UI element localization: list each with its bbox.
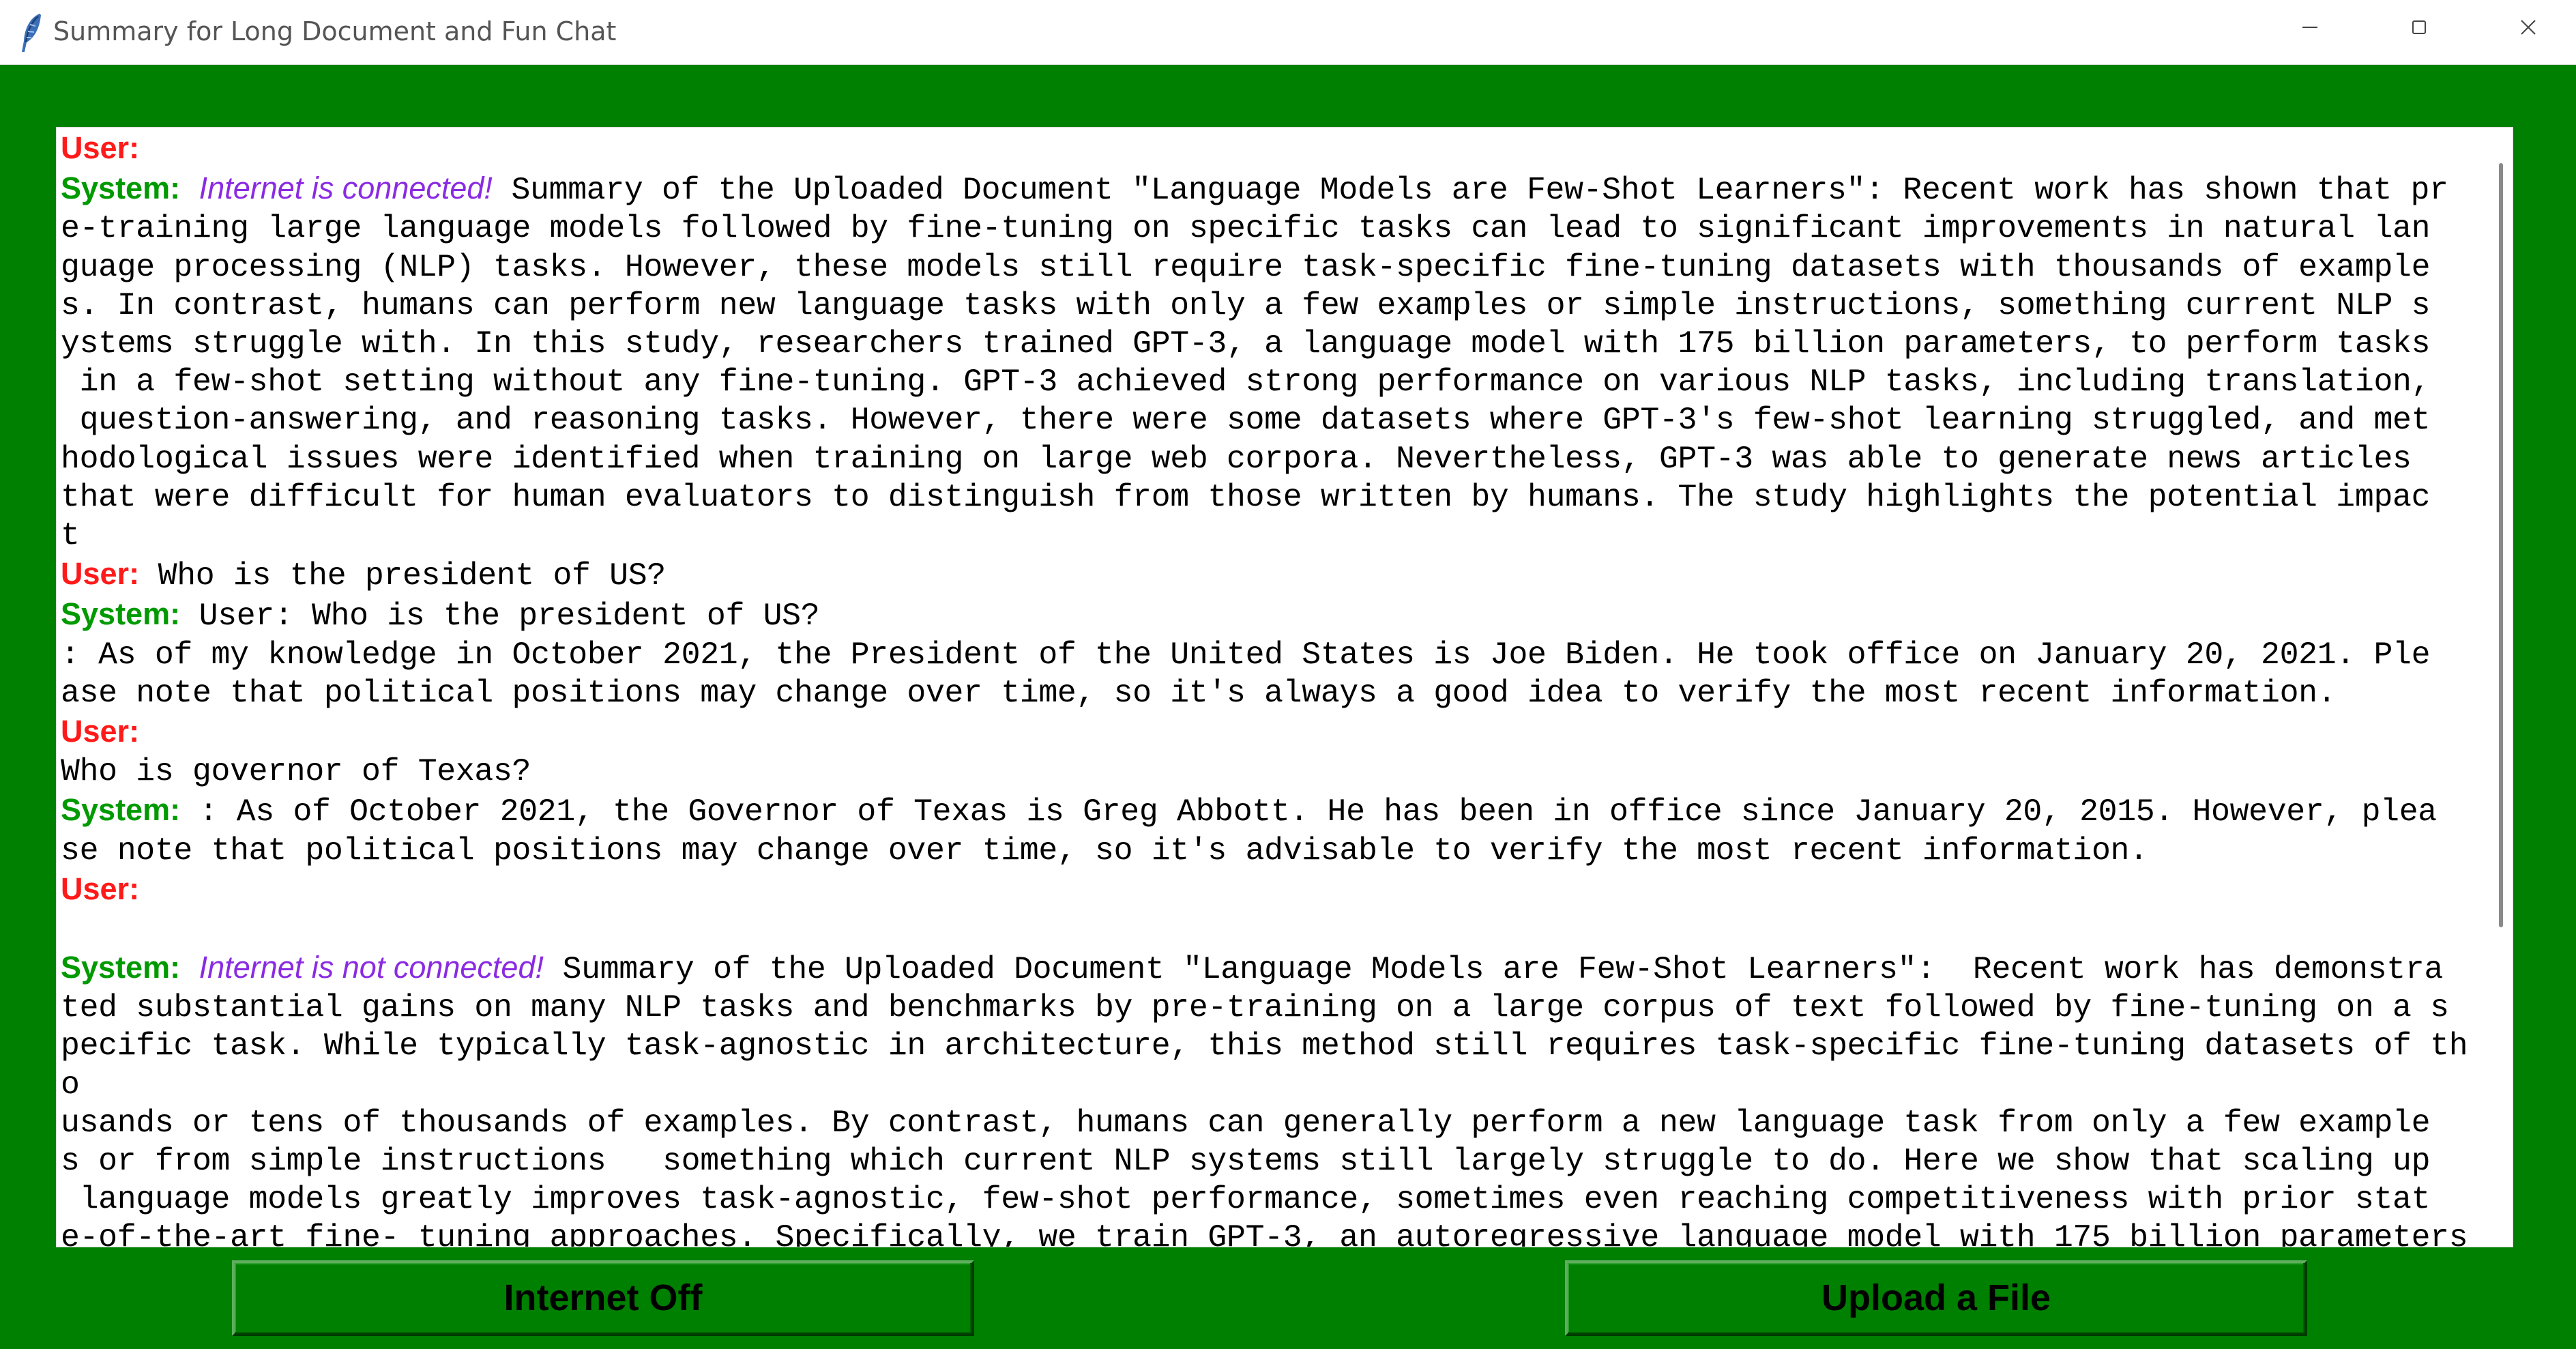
window-title: Summary for Long Document and Fun Chat — [53, 16, 617, 46]
message-text-line: guage processing (NLP) tasks. However, t… — [61, 248, 2431, 285]
message-text-line: in a few-shot setting without any fine-t… — [61, 364, 2431, 401]
message-first-line: System: Internet is connected! Summary o… — [61, 169, 2476, 209]
system-label: System: — [61, 171, 181, 206]
chat-text-area[interactable]: User: System: Internet is connected! Summ… — [56, 127, 2513, 1247]
chat-log: User: System: Internet is connected! Summ… — [61, 129, 2476, 1247]
internet-off-button[interactable]: Internet Off — [232, 1260, 974, 1336]
system-label: System: — [61, 792, 181, 828]
user-label: User: — [61, 130, 140, 165]
minimize-button[interactable] — [2255, 0, 2365, 55]
message-text-line: hodological issues were identified when … — [61, 440, 2412, 477]
message-first-line: User: Who is the president of US? — [61, 555, 2476, 595]
system-message: System: Internet is connected! Summary o… — [61, 169, 2476, 555]
message-text-line: se note that political positions may cha… — [61, 832, 2148, 869]
message-first-line: User: — [61, 129, 2476, 169]
message-text-line: s or from simple instructions something … — [61, 1143, 2431, 1180]
connection-status: Internet is connected! — [199, 171, 493, 206]
system-message: System: : As of October 2021, the Govern… — [61, 791, 2476, 869]
close-icon — [2521, 20, 2536, 35]
message-text: Summary of the Uploaded Document "Langua… — [543, 951, 2444, 988]
message-text-line: ystems struggle with. In this study, res… — [61, 325, 2431, 362]
message-text: Who is the president of US? — [139, 557, 667, 594]
upload-file-button[interactable]: Upload a File — [1565, 1260, 2307, 1336]
message-text-line: ted substantial gains on many NLP tasks … — [61, 989, 2449, 1026]
maximize-icon — [2412, 20, 2426, 34]
title-bar: Summary for Long Document and Fun Chat — [0, 0, 2576, 65]
message-first-line: User: — [61, 870, 2476, 910]
message-first-line: System: User: Who is the president of US… — [61, 595, 2476, 635]
user-message: User: — [61, 129, 2476, 169]
message-text-line: question-answering, and reasoning tasks.… — [61, 402, 2431, 439]
user-label: User: — [61, 556, 140, 592]
message-text-line: e-of-the-art fine- tuning approaches. Sp… — [61, 1219, 2468, 1247]
scrollbar-thumb[interactable] — [2499, 163, 2503, 927]
message-text: User: Who is the president of US? — [180, 598, 820, 635]
message-text-line: e-training large language models followe… — [61, 210, 2431, 247]
message-first-line: System: : As of October 2021, the Govern… — [61, 791, 2476, 831]
system-label: System: — [61, 950, 181, 985]
maximize-button[interactable] — [2365, 0, 2474, 55]
user-message: User: — [61, 870, 2476, 910]
message-text: : As of October 2021, the Governor of Te… — [180, 794, 2438, 830]
message-text-line: s. In contrast, humans can perform new l… — [61, 287, 2431, 323]
message-text: Summary of the Uploaded Document "Langua… — [492, 172, 2448, 209]
message-text-line: ase note that political positions may ch… — [61, 674, 2337, 711]
user-label: User: — [61, 871, 140, 906]
system-label: System: — [61, 596, 181, 632]
minimize-icon — [2302, 27, 2317, 28]
main-panel: User: System: Internet is connected! Summ… — [0, 65, 2576, 1349]
vertical-scrollbar[interactable] — [2489, 128, 2513, 1247]
message-text-line: : As of my knowledge in October 2021, th… — [61, 636, 2431, 673]
message-text-line: t — [61, 517, 80, 554]
connection-status: Internet is not connected! — [199, 950, 544, 985]
system-message: System: User: Who is the president of US… — [61, 595, 2476, 712]
message-text-line: Who is governor of Texas? — [61, 753, 531, 790]
user-label: User: — [61, 714, 140, 749]
message-text-line: that were difficult for human evaluators… — [61, 478, 2431, 515]
close-button[interactable] — [2474, 0, 2576, 55]
feather-icon — [18, 11, 45, 55]
message-text-line: language models greatly improves task-ag… — [61, 1181, 2431, 1218]
message-text-line: pecific task. While typically task-agnos… — [61, 1028, 2468, 1103]
message-first-line: System: Internet is not connected! Summa… — [61, 948, 2476, 989]
app-window: Summary for Long Document and Fun Chat U… — [0, 0, 2576, 1349]
user-message: User: Who is governor of Texas? — [61, 712, 2476, 791]
user-message: User: Who is the president of US? — [61, 555, 2476, 595]
message-first-line: User: — [61, 712, 2476, 753]
system-message: System: Internet is not connected! Summa… — [61, 948, 2476, 1247]
message-text-line: usands or tens of thousands of examples.… — [61, 1104, 2431, 1141]
